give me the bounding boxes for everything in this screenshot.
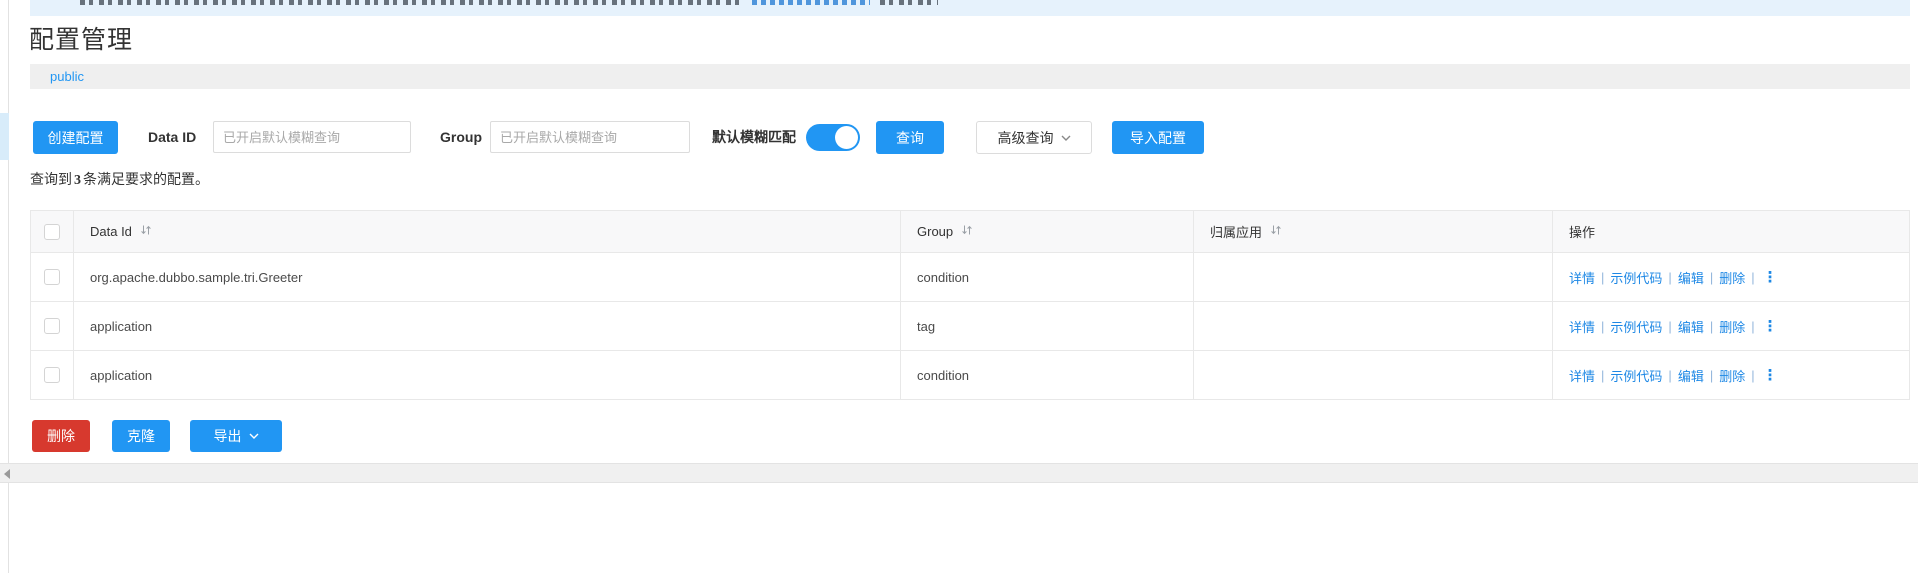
separator: | xyxy=(1668,319,1671,334)
operations-cell: 详情 | 示例代码 | 编辑 | 删除 | ⋮ xyxy=(1553,351,1909,399)
export-button[interactable]: 导出 xyxy=(190,420,282,452)
column-label: 归属应用 xyxy=(1210,222,1262,241)
delete-link[interactable]: 删除 xyxy=(1719,268,1745,287)
app-cell xyxy=(1194,351,1553,399)
row-checkbox[interactable] xyxy=(44,318,60,334)
advanced-search-button[interactable]: 高级查询 xyxy=(976,121,1092,154)
column-header-app[interactable]: 归属应用 xyxy=(1194,211,1553,252)
delete-link[interactable]: 删除 xyxy=(1719,317,1745,336)
column-label: 操作 xyxy=(1569,222,1595,241)
column-header-operations: 操作 xyxy=(1553,211,1909,252)
fuzzy-match-label: 默认模糊匹配 xyxy=(712,121,796,154)
row-checkbox-cell xyxy=(31,351,74,399)
sample-code-link[interactable]: 示例代码 xyxy=(1610,366,1662,385)
separator: | xyxy=(1751,270,1754,285)
banner-clipped-text xyxy=(880,0,938,5)
search-button[interactable]: 查询 xyxy=(876,121,944,154)
sort-icon[interactable] xyxy=(961,224,973,239)
row-checkbox-cell xyxy=(31,253,74,301)
edit-link[interactable]: 编辑 xyxy=(1678,366,1704,385)
column-label: Data Id xyxy=(90,224,132,239)
row-checkbox-cell xyxy=(31,302,74,350)
sort-icon[interactable] xyxy=(1270,224,1282,239)
table-row: application condition 详情 | 示例代码 | 编辑 | 删除 | ⋮ xyxy=(31,351,1909,400)
app-cell xyxy=(1194,302,1553,350)
bulk-delete-button[interactable]: 删除 xyxy=(32,420,90,452)
namespace-bar: public xyxy=(30,64,1910,89)
namespace-item-public[interactable]: public xyxy=(50,64,84,89)
edit-link[interactable]: 编辑 xyxy=(1678,317,1704,336)
separator: | xyxy=(1601,270,1604,285)
detail-link[interactable]: 详情 xyxy=(1569,268,1595,287)
row-checkbox[interactable] xyxy=(44,269,60,285)
select-all-checkbox[interactable] xyxy=(44,224,60,240)
separator: | xyxy=(1668,368,1671,383)
sort-icon[interactable] xyxy=(140,224,152,239)
toggle-knob xyxy=(835,126,858,149)
separator: | xyxy=(1601,319,1604,334)
left-nav-rail xyxy=(0,0,9,573)
data-id-cell: application xyxy=(74,302,901,350)
detail-link[interactable]: 详情 xyxy=(1569,317,1595,336)
data-id-input[interactable] xyxy=(213,121,411,153)
separator: | xyxy=(1668,270,1671,285)
more-actions-icon[interactable]: ⋮ xyxy=(1763,366,1778,384)
result-summary-prefix: 查询到 xyxy=(30,171,72,187)
table-row: org.apache.dubbo.sample.tri.Greeter cond… xyxy=(31,253,1909,302)
operations-cell: 详情 | 示例代码 | 编辑 | 删除 | ⋮ xyxy=(1553,302,1909,350)
separator: | xyxy=(1751,368,1754,383)
import-config-button[interactable]: 导入配置 xyxy=(1112,121,1204,154)
scroll-left-arrow-icon[interactable] xyxy=(4,469,10,479)
result-count: 3 xyxy=(72,173,83,188)
separator: | xyxy=(1710,270,1713,285)
delete-link[interactable]: 删除 xyxy=(1719,366,1745,385)
create-config-button[interactable]: 创建配置 xyxy=(33,121,118,154)
chevron-down-icon xyxy=(249,427,259,443)
detail-link[interactable]: 详情 xyxy=(1569,366,1595,385)
page-title: 配置管理 xyxy=(29,20,133,56)
notification-banner xyxy=(30,0,1910,16)
more-actions-icon[interactable]: ⋮ xyxy=(1763,268,1778,286)
data-id-cell: application xyxy=(74,351,901,399)
row-checkbox[interactable] xyxy=(44,367,60,383)
group-cell: tag xyxy=(901,302,1194,350)
left-nav-active-indicator xyxy=(0,113,9,160)
config-table: Data Id Group 归属应用 操作 org.apache.dubbo.s… xyxy=(30,210,1910,400)
column-label: Group xyxy=(917,224,953,239)
result-summary-suffix: 条满足要求的配置。 xyxy=(83,171,209,187)
header-checkbox-cell xyxy=(31,211,74,252)
export-label: 导出 xyxy=(214,428,242,444)
group-input[interactable] xyxy=(490,121,690,153)
more-actions-icon[interactable]: ⋮ xyxy=(1763,317,1778,335)
separator: | xyxy=(1710,368,1713,383)
horizontal-scrollbar[interactable] xyxy=(0,463,1918,483)
group-cell: condition xyxy=(901,351,1194,399)
data-id-label: Data ID xyxy=(148,121,196,154)
advanced-search-label: 高级查询 xyxy=(998,130,1054,146)
operations-cell: 详情 | 示例代码 | 编辑 | 删除 | ⋮ xyxy=(1553,253,1909,301)
sample-code-link[interactable]: 示例代码 xyxy=(1610,317,1662,336)
edit-link[interactable]: 编辑 xyxy=(1678,268,1704,287)
table-row: application tag 详情 | 示例代码 | 编辑 | 删除 | ⋮ xyxy=(31,302,1909,351)
group-label: Group xyxy=(440,121,482,154)
banner-clipped-text xyxy=(80,0,740,5)
app-cell xyxy=(1194,253,1553,301)
separator: | xyxy=(1751,319,1754,334)
group-cell: condition xyxy=(901,253,1194,301)
banner-clipped-link xyxy=(752,0,870,5)
chevron-down-icon xyxy=(1061,129,1071,145)
config-management-page: 配置管理 public 创建配置 Data ID Group 默认模糊匹配 查询… xyxy=(0,0,1921,573)
column-header-group[interactable]: Group xyxy=(901,211,1194,252)
separator: | xyxy=(1601,368,1604,383)
data-id-cell: org.apache.dubbo.sample.tri.Greeter xyxy=(74,253,901,301)
column-header-data-id[interactable]: Data Id xyxy=(74,211,901,252)
fuzzy-match-toggle[interactable] xyxy=(806,124,860,151)
clone-button[interactable]: 克隆 xyxy=(112,420,170,452)
table-header-row: Data Id Group 归属应用 操作 xyxy=(31,211,1909,253)
separator: | xyxy=(1710,319,1713,334)
sample-code-link[interactable]: 示例代码 xyxy=(1610,268,1662,287)
result-summary: 查询到3条满足要求的配置。 xyxy=(30,169,209,189)
